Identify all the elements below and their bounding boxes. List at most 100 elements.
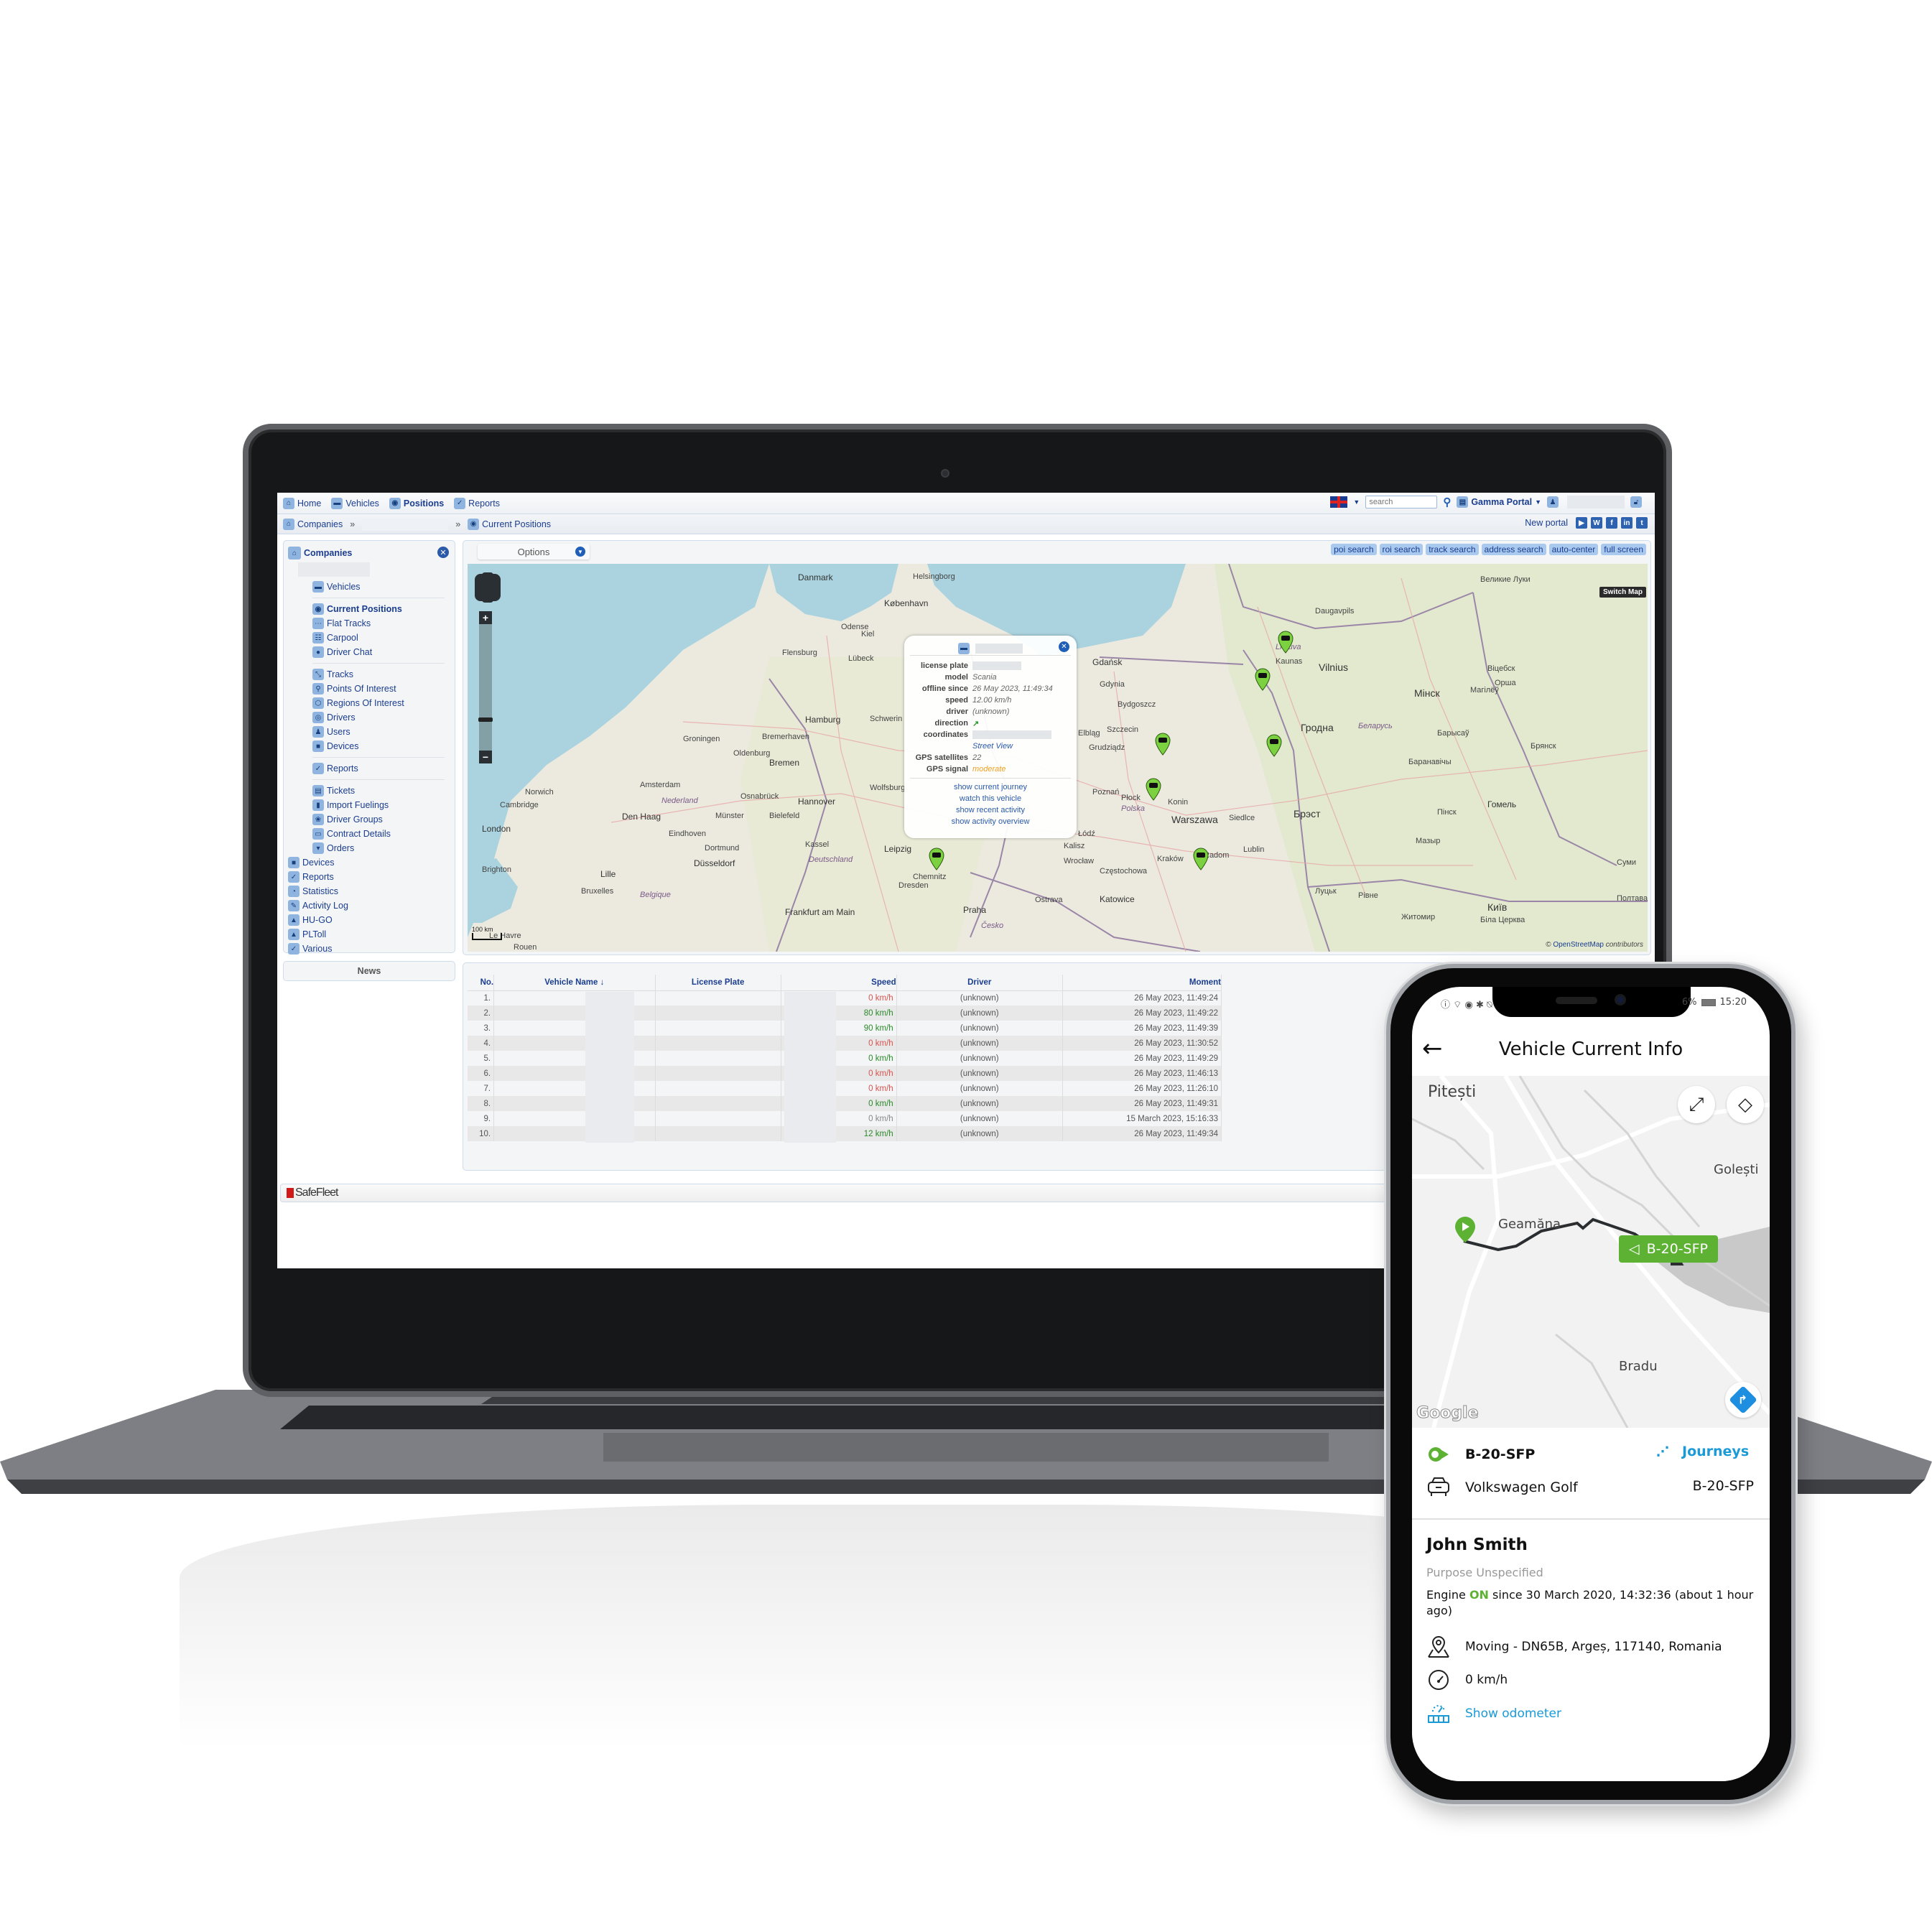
track-search-button[interactable]: track search [1426,544,1479,555]
sidebar-item-statistics[interactable]: ◔ Statistics [288,884,450,898]
map-label: Житомир [1401,913,1436,921]
wordpress-icon[interactable]: W [1591,517,1602,529]
pan-control[interactable] [475,572,501,603]
show-recent-activity-link[interactable]: show recent activity [904,804,1077,816]
popup-close-icon[interactable]: ✕ [1059,641,1069,652]
switch-map-button[interactable]: Switch Map [1599,587,1646,598]
sidebar-item-carpool[interactable]: ☷ Carpool [288,631,450,645]
sidebar-header[interactable]: ⌂ Companies [288,547,450,559]
sidebar-item-hu-go[interactable]: ▲ HU-GO [288,913,450,927]
vehicle-map-tag[interactable]: ◁ B-20-SFP [1619,1235,1718,1263]
openstreetmap-link[interactable]: OpenStreetMap [1553,941,1604,949]
column-header[interactable]: Vehicle Name ↓ [493,975,656,991]
show-current-journey-link[interactable]: show current journey [904,781,1077,793]
mobile-map[interactable]: Pitești Golești Geamăna Bradu ⤢ ◇ ◁ B-20-… [1412,1076,1770,1428]
show-odometer-link[interactable]: Show odometer [1426,1703,1561,1724]
column-header[interactable]: Speed [781,975,897,991]
sidebar-item-points-of-interest[interactable]: ⚲ Points Of Interest [288,682,450,696]
column-header[interactable]: License Plate [655,975,781,991]
table-row[interactable]: 5. 0 km/h (unknown) 26 May 2023, 11:49:29 [468,1051,1222,1066]
breadcrumb-current-positions[interactable]: ◉ Current Positions [468,518,551,530]
table-row[interactable]: 6. 0 km/h (unknown) 26 May 2023, 11:46:13 [468,1066,1222,1081]
table-row[interactable]: 3. 90 km/h (unknown) 26 May 2023, 11:49:39 [468,1021,1222,1036]
zoom-out-button[interactable]: − [479,751,492,763]
zoom-in-button[interactable]: + [479,611,492,624]
vehicle-marker[interactable] [1193,847,1209,870]
sidebar-item-orders[interactable]: ▾ Orders [288,841,450,855]
linkedin-icon[interactable]: in [1621,517,1633,529]
twitter-icon[interactable]: t [1636,517,1648,529]
vehicle-marker[interactable] [1255,668,1271,691]
column-header[interactable]: Driver [896,975,1063,991]
search-input[interactable] [1365,496,1438,508]
layers-icon[interactable]: ◇ [1727,1086,1764,1123]
popup-field: offline since 26 May 2023, 11:49:34 [921,684,1053,693]
nav-home[interactable]: ⌂ Home [283,497,321,509]
table-row[interactable]: 4. 0 km/h (unknown) 26 May 2023, 11:30:52 [468,1036,1222,1051]
nav-vehicles[interactable]: ▬ Vehicles [331,497,379,509]
portal-selector[interactable]: ▤ Gamma Portal ▼ [1457,496,1541,508]
sidebar-item-vehicles[interactable]: ▬ Vehicles [288,580,450,594]
logout-lock-icon[interactable]: 🔓︎ [1630,496,1642,508]
auto-center-button[interactable]: auto-center [1548,544,1599,555]
user-icon[interactable]: ♟ [1547,496,1559,508]
sidebar-item-tickets[interactable]: ▤ Tickets [288,784,450,798]
sidebar-item-driver-groups[interactable]: ❀ Driver Groups [288,812,450,827]
sidebar-item-driver-chat[interactable]: ● Driver Chat [288,645,450,659]
sidebar-item-reports[interactable]: ✓ Reports [288,870,450,884]
youtube-icon[interactable]: ▶ [1576,517,1587,529]
poi-search-button[interactable]: poi search [1331,544,1377,555]
sidebar-item-import-fuelings[interactable]: ▮ Import Fuelings [288,798,450,812]
journeys-button[interactable]: ⋰ Journeys [1656,1444,1749,1459]
column-header[interactable]: No. [468,975,495,991]
sidebar-item-various[interactable]: ✓ Various [288,942,450,956]
full-screen-button[interactable]: full screen [1601,544,1646,555]
directions-button[interactable]: ↱ [1725,1382,1761,1418]
street-view-link[interactable]: Street View [972,742,1013,751]
new-portal-link[interactable]: New portal [1525,518,1568,528]
breadcrumb-company-redacted[interactable] [362,517,449,531]
table-row[interactable]: 2. 80 km/h (unknown) 26 May 2023, 11:49:22 [468,1006,1222,1021]
table-row[interactable]: 10. 12 km/h (unknown) 26 May 2023, 11:49:34 [468,1126,1222,1141]
sidebar-item-contract-details[interactable]: ▭ Contract Details [288,827,450,841]
vehicle-marker[interactable] [1266,734,1282,757]
facebook-icon[interactable]: f [1606,517,1617,529]
vehicle-marker[interactable] [929,847,944,870]
watch-this-vehicle-link[interactable]: watch this vehicle [904,793,1077,804]
sidebar-item-regions-of-interest[interactable]: ⬡ Regions Of Interest [288,696,450,710]
show-activity-overview-link[interactable]: show activity overview [904,816,1077,827]
zoom-slider-handle[interactable] [478,717,493,722]
zoom-slider[interactable]: + − [478,611,493,763]
sidebar-item-tracks[interactable]: ⤡ Tracks [288,667,450,682]
sidebar-item-activity-log[interactable]: ✎ Activity Log [288,898,450,913]
table-row[interactable]: 1. 0 km/h (unknown) 26 May 2023, 11:49:24 [468,990,1222,1006]
search-icon[interactable]: ⚲ [1443,496,1451,508]
sidebar-item-flat-tracks[interactable]: ⋯ Flat Tracks [288,616,450,631]
options-dropdown[interactable]: Options ▼ [478,544,590,559]
uk-flag-icon[interactable] [1330,496,1348,508]
map-canvas[interactable]: Danmark Helsingborg København Odense Flensbu… [468,564,1648,952]
column-header[interactable]: Moment [1062,975,1222,991]
roi-search-button[interactable]: roi search [1379,544,1424,555]
news-panel[interactable]: News [283,961,455,981]
sidebar-item-users[interactable]: ♟ Users [288,725,450,739]
nav-reports[interactable]: ✓ Reports [454,497,500,509]
sidebar-item-drivers[interactable]: ◎ Drivers [288,710,450,725]
close-icon[interactable]: ✕ [437,547,449,558]
vehicle-marker[interactable] [1278,631,1294,654]
breadcrumb-companies[interactable]: ⌂ Companies [283,518,343,530]
address-search-button[interactable]: address search [1481,544,1546,555]
vehicle-marker[interactable] [1146,778,1161,801]
table-row[interactable]: 9. 0 km/h (unknown) 15 March 2023, 15:16:33 [468,1111,1222,1126]
fullscreen-icon[interactable]: ⤢ [1678,1086,1715,1123]
table-row[interactable]: 8. 0 km/h (unknown) 26 May 2023, 11:49:31 [468,1096,1222,1111]
sidebar-item-reports[interactable]: ✓ Reports [288,761,450,776]
sidebar-item-pltoll[interactable]: ▲ PLToll [288,927,450,942]
sidebar-item-devices[interactable]: ■ Devices [288,739,450,753]
language-dropdown-icon[interactable]: ▼ [1353,498,1360,506]
vehicle-marker[interactable] [1155,733,1171,756]
table-row[interactable]: 7. 0 km/h (unknown) 26 May 2023, 11:26:10 [468,1081,1222,1096]
sidebar-item-devices[interactable]: ■ Devices [288,855,450,870]
sidebar-item-current-positions[interactable]: ◉ Current Positions [288,602,450,616]
nav-positions[interactable]: ◉ Positions [389,497,444,509]
